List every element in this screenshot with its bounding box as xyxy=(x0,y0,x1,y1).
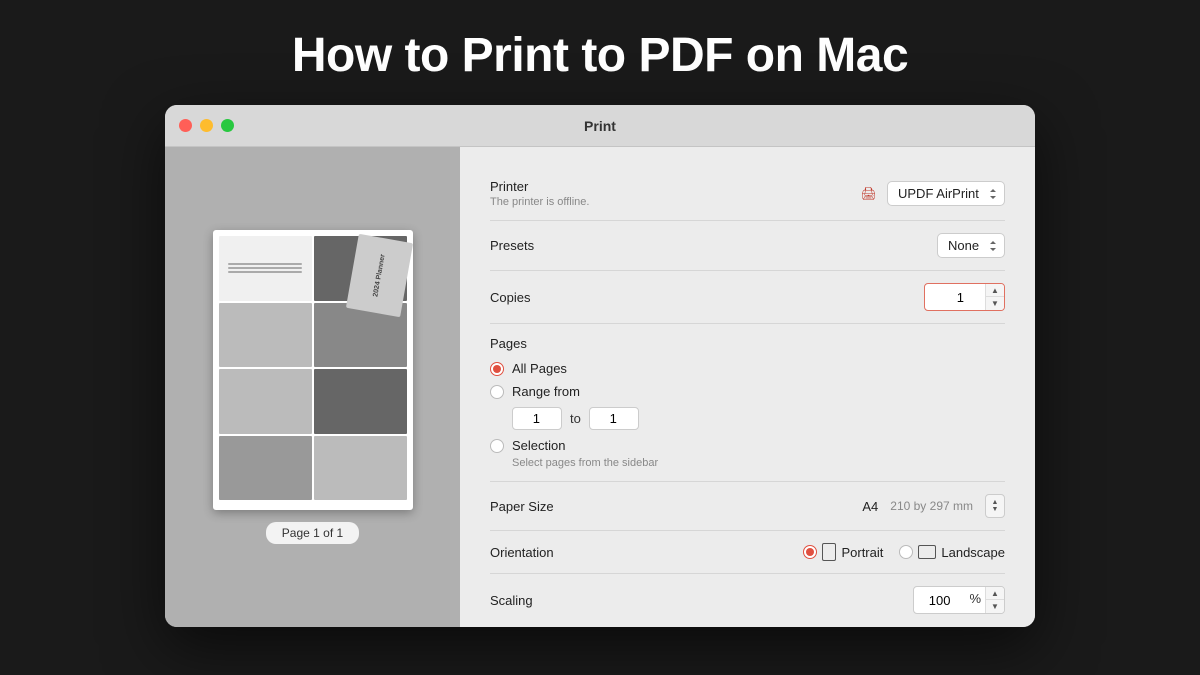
range-radio-row[interactable]: Range from xyxy=(490,384,1005,399)
paper-size-left: Paper Size xyxy=(490,499,554,514)
presets-label: Presets xyxy=(490,238,534,253)
selection-radio-row[interactable]: Selection xyxy=(490,438,1005,453)
preview-cell-5 xyxy=(219,369,312,434)
range-from-label: Range from xyxy=(512,384,580,399)
printer-right: 🖨 UPDF AirPrint xyxy=(860,181,1005,206)
print-dialog-window: Print 2024 Planner xyxy=(165,105,1035,627)
maximize-button[interactable] xyxy=(221,119,234,132)
preview-cell-3 xyxy=(219,303,312,368)
selection-hint: Select pages from the sidebar xyxy=(512,457,1005,469)
paper-size-row: Paper Size A4 210 by 297 mm A4 210 by 29… xyxy=(490,482,1005,531)
selection-label: Selection xyxy=(512,438,565,453)
preview-cell-8 xyxy=(314,436,407,501)
all-pages-radio[interactable] xyxy=(490,362,504,376)
landscape-icon xyxy=(918,545,936,559)
title-bar: Print xyxy=(165,105,1035,147)
scaling-left: Scaling xyxy=(490,593,533,608)
scaling-right: % ▲ ▼ xyxy=(913,586,1005,614)
scaling-increment[interactable]: ▲ xyxy=(986,587,1004,600)
landscape-label: Landscape xyxy=(941,545,1005,560)
paper-size-value: A4 xyxy=(862,499,878,514)
paper-size-stepper[interactable]: ▲ ▼ xyxy=(985,494,1005,518)
printer-icon: 🖨 xyxy=(860,186,877,202)
preview-caption: Page 1 of 1 xyxy=(266,522,359,544)
range-to-label: to xyxy=(570,411,581,426)
landscape-radio[interactable] xyxy=(899,545,913,559)
scaling-input[interactable] xyxy=(914,587,969,613)
copies-decrement[interactable]: ▼ xyxy=(986,297,1004,310)
printer-left: Printer The printer is offline. xyxy=(490,179,589,208)
close-button[interactable] xyxy=(179,119,192,132)
scaling-row: Scaling % ▲ ▼ xyxy=(490,574,1005,626)
paper-size-dimensions: 210 by 297 mm xyxy=(890,499,973,513)
range-to-input[interactable] xyxy=(589,407,639,430)
window-buttons xyxy=(179,119,234,132)
pages-section: Pages All Pages Range from to xyxy=(490,324,1005,482)
scaling-stepper[interactable]: % ▲ ▼ xyxy=(913,586,1005,614)
paper-size-label: Paper Size xyxy=(490,499,554,514)
page-title: How to Print to PDF on Mac xyxy=(0,28,1200,83)
range-radio[interactable] xyxy=(490,385,504,399)
landscape-option[interactable]: Landscape xyxy=(899,545,1005,560)
page-title-area: How to Print to PDF on Mac xyxy=(0,0,1200,105)
range-from-input[interactable] xyxy=(512,407,562,430)
orientation-right: Portrait Landscape xyxy=(803,543,1005,561)
copies-left: Copies xyxy=(490,290,530,305)
range-inputs-row: to xyxy=(512,407,1005,430)
copies-increment[interactable]: ▲ xyxy=(986,284,1004,297)
minimize-button[interactable] xyxy=(200,119,213,132)
scaling-arrows: ▲ ▼ xyxy=(985,587,1004,613)
copies-input[interactable] xyxy=(925,284,985,310)
preview-cell-6 xyxy=(314,369,407,434)
orientation-row: Orientation Portrait Landscape xyxy=(490,531,1005,574)
presets-right: None xyxy=(937,233,1005,258)
portrait-option[interactable]: Portrait xyxy=(803,543,883,561)
portrait-icon xyxy=(822,543,836,561)
orientation-left: Orientation xyxy=(490,545,554,560)
copies-arrows: ▲ ▼ xyxy=(985,284,1004,310)
copies-row: Copies ▲ ▼ xyxy=(490,271,1005,324)
copies-label: Copies xyxy=(490,290,530,305)
scaling-label: Scaling xyxy=(490,593,533,608)
all-pages-row[interactable]: All Pages xyxy=(490,361,1005,376)
preview-page: 2024 Planner xyxy=(213,230,413,510)
presets-row: Presets None xyxy=(490,221,1005,271)
copies-stepper[interactable]: ▲ ▼ xyxy=(924,283,1005,311)
printer-row: Printer The printer is offline. 🖨 UPDF A… xyxy=(490,167,1005,221)
all-pages-label: All Pages xyxy=(512,361,567,376)
printer-status: The printer is offline. xyxy=(490,196,589,208)
pages-label: Pages xyxy=(490,336,1005,351)
preview-panel: 2024 Planner Page 1 of 1 xyxy=(165,147,460,627)
selection-radio[interactable] xyxy=(490,439,504,453)
orientation-label: Orientation xyxy=(490,545,554,560)
scaling-decrement[interactable]: ▼ xyxy=(986,600,1004,613)
window-body: 2024 Planner Page 1 of 1 Prin xyxy=(165,147,1035,627)
settings-panel: Printer The printer is offline. 🖨 UPDF A… xyxy=(460,147,1035,627)
preview-cell-1 xyxy=(219,236,312,301)
scaling-unit: % xyxy=(969,587,985,613)
presets-left: Presets xyxy=(490,238,534,253)
paper-size-right: A4 210 by 297 mm A4 210 by 297 mm ▲ ▼ xyxy=(862,494,1005,518)
printer-select[interactable]: UPDF AirPrint xyxy=(887,181,1005,206)
copies-right: ▲ ▼ xyxy=(924,283,1005,311)
window-title: Print xyxy=(584,118,616,134)
portrait-radio[interactable] xyxy=(803,545,817,559)
presets-select[interactable]: None xyxy=(937,233,1005,258)
preview-cell-7 xyxy=(219,436,312,501)
printer-label: Printer xyxy=(490,179,589,194)
portrait-label: Portrait xyxy=(841,545,883,560)
